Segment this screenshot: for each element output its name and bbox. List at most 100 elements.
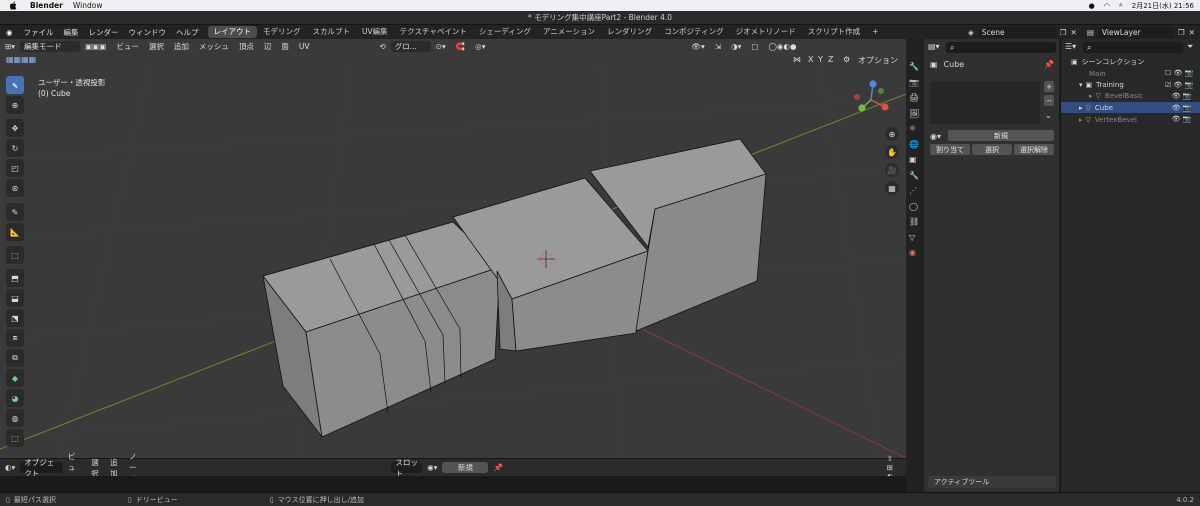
select-box-icons[interactable]: ▦▦▦▦ [6, 55, 36, 64]
new-material-button[interactable]: 新規 [442, 462, 489, 473]
object-mode-dropdown[interactable]: オブジェクト [20, 458, 63, 478]
tool-tab-icon[interactable]: 🔧 [909, 59, 919, 75]
tab-geometry-nodes[interactable]: ジオメトリノード [730, 26, 802, 38]
material-slot-list[interactable] [930, 81, 1040, 124]
tab-texture-paint[interactable]: テクスチャペイント [394, 26, 473, 38]
tool-measure[interactable]: 📐 [6, 223, 24, 241]
expand-icon[interactable]: ▸ [1079, 104, 1083, 112]
tool-loop-cut[interactable]: ⧈ [6, 329, 24, 347]
mac-menu-app[interactable]: Blender [30, 1, 63, 10]
tab-compositing[interactable]: コンポジティング [658, 26, 730, 38]
tool-bevel[interactable]: ⬔ [6, 309, 24, 327]
shading-modes-icon[interactable]: ◯◉◐● [763, 42, 801, 51]
object-tab-icon[interactable]: ▣ [909, 152, 919, 168]
props-pin-icon[interactable]: 📌 [1044, 60, 1054, 69]
mode-dropdown[interactable]: 編集モード [20, 40, 81, 52]
render-tab-icon[interactable]: 📷 [909, 75, 919, 91]
output-tab-icon[interactable]: 🖨 [909, 90, 919, 106]
tab-layout[interactable]: レイアウト [207, 26, 258, 38]
filter-icon[interactable]: ⏷ [1187, 42, 1193, 52]
3d-viewport[interactable]: ⊞▾ 編集モード ▣▣▣ ビュー 選択 追加 メッシュ 頂点 辺 面 UV ⟲ … [0, 39, 906, 458]
add-workspace-icon[interactable]: + [866, 26, 884, 38]
props-search-field[interactable]: ⌕ [946, 42, 1056, 53]
viewlayer-remove-icon[interactable]: ✕ [1189, 28, 1195, 37]
vp-menu-select[interactable]: 選択 [144, 41, 169, 52]
pivot-icon[interactable]: ⊙▾ [431, 42, 451, 51]
outliner-scene-collection[interactable]: ▣ シーンコレクション [1061, 56, 1200, 67]
tool-knife[interactable]: ⧉ [6, 349, 24, 367]
apple-icon[interactable] [6, 0, 20, 11]
eye-icon[interactable]: ☑ 👁 📷 [1165, 80, 1193, 92]
outliner-editor-icon[interactable]: ☰▾ [1065, 42, 1076, 51]
assign-button[interactable]: 割り当て [930, 144, 970, 155]
tool-select-box[interactable]: ⬉ [6, 76, 24, 94]
search-icon[interactable]: ⌕ [1119, 1, 1123, 10]
expand-icon[interactable]: ▸ [1089, 92, 1093, 100]
visibility-icon[interactable]: 👁▾ [686, 42, 709, 51]
eye-icon[interactable]: 👁 📷 [1165, 103, 1193, 115]
zoom-button[interactable]: ⊕ [885, 127, 899, 141]
tool-smooth[interactable]: ◍ [6, 409, 24, 427]
mac-clock[interactable]: 2月21日(水) 21:56 [1132, 1, 1194, 11]
scene-name-field[interactable]: Scene [977, 26, 1056, 38]
vp-menu-add[interactable]: 追加 [169, 41, 194, 52]
slot-dropdown[interactable]: スロット [391, 458, 423, 478]
pan-button[interactable]: ✋ [885, 145, 899, 159]
viewlayer-icon[interactable]: ▤ [1087, 28, 1094, 37]
menu-edit[interactable]: 編集 [59, 27, 84, 38]
tool-poly-build[interactable]: ◆ [6, 369, 24, 387]
overlay-toggle-icon[interactable]: ◑▾ [726, 42, 746, 51]
mac-menu-window[interactable]: Window [73, 1, 103, 10]
menu-file[interactable]: ファイル [19, 27, 59, 38]
vp-menu-mesh[interactable]: メッシュ [194, 41, 234, 52]
tool-add-cube[interactable]: ⬚ [6, 246, 24, 264]
remove-slot-button[interactable]: − [1044, 95, 1054, 106]
tab-sculpt[interactable]: スカルプト [307, 26, 357, 38]
blender-logo-icon[interactable]: ◉ [0, 28, 19, 37]
scene-remove-icon[interactable]: ✕ [1071, 28, 1077, 37]
scene-tab-icon[interactable]: ⚛ [909, 121, 919, 137]
add-slot-button[interactable]: + [1044, 81, 1054, 92]
constraints-tab-icon[interactable]: ⛓ [909, 214, 919, 230]
physics-tab-icon[interactable]: ◯ [909, 199, 919, 215]
world-tab-icon[interactable]: 🌐 [909, 137, 919, 153]
vp-menu-view[interactable]: ビュー [111, 41, 144, 52]
scene-copy-icon[interactable]: ❐ [1060, 28, 1067, 37]
gizmo-toggle-icon[interactable]: ⇲ [710, 42, 726, 51]
editor-type-icon-bottom[interactable]: ◐▾ [0, 463, 20, 472]
scene-icon[interactable]: ◈ [968, 28, 974, 37]
tool-spin[interactable]: ◕ [6, 389, 24, 407]
vp-menu-uv[interactable]: UV [294, 42, 315, 51]
view-layer-tab-icon[interactable]: 🖼 [909, 106, 919, 122]
tab-rendering[interactable]: レンダリング [601, 26, 658, 38]
menu-help[interactable]: ヘルプ [171, 27, 204, 38]
tool-inset[interactable]: ⬓ [6, 289, 24, 307]
expand-icon[interactable]: ▾ [1079, 81, 1083, 89]
wifi-icon[interactable]: ◠ [1104, 2, 1110, 10]
tool-transform[interactable]: ⊛ [6, 179, 24, 197]
axis-z-toggle[interactable]: Z [828, 55, 833, 64]
tab-uv-editing[interactable]: UV編集 [356, 26, 394, 38]
props-editor-icon[interactable]: ▤▾ [928, 42, 948, 53]
tool-annotate[interactable]: ✎ [6, 203, 24, 221]
new-material-props-button[interactable]: 新規 [948, 130, 1054, 141]
editor-type-icon[interactable]: ⊞▾ [0, 42, 20, 51]
viewlayer-field[interactable]: ViewLayer [1097, 26, 1174, 38]
vp-menu-edge[interactable]: 辺 [259, 41, 277, 52]
viewlayer-copy-icon[interactable]: ❐ [1178, 28, 1185, 37]
camera-view-button[interactable]: 🎥 [885, 163, 899, 177]
menu-render[interactable]: レンダー [84, 27, 124, 38]
vp-menu-face[interactable]: 面 [276, 41, 294, 52]
xray-icon[interactable]: ▢ [746, 42, 763, 51]
transform-orientation-dropdown[interactable]: グロ... [390, 40, 431, 52]
options-dropdown[interactable]: オプション [858, 55, 898, 66]
deselect-button[interactable]: 選択解除 [1014, 144, 1054, 155]
transform-orientation-icon[interactable]: ⟲ [374, 42, 390, 51]
tool-scale[interactable]: ◰ [6, 159, 24, 177]
pin-icon[interactable]: 📌 [488, 463, 507, 472]
axis-x-toggle[interactable]: X [808, 55, 813, 64]
material-browse-icon[interactable]: ◉▾ [930, 132, 941, 141]
tab-shading[interactable]: シェーディング [473, 26, 537, 38]
tool-rotate[interactable]: ↻ [6, 139, 24, 157]
modifier-tab-icon[interactable]: 🔧 [909, 168, 919, 184]
